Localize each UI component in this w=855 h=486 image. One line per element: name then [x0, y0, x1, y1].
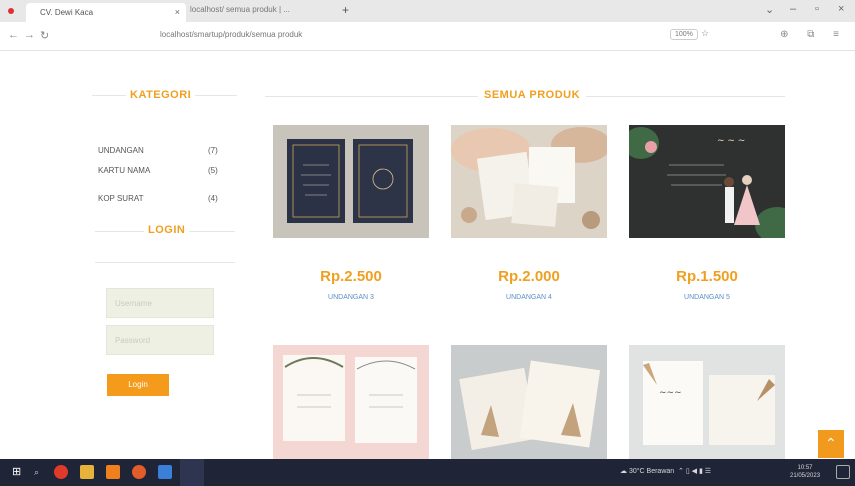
back-icon[interactable]: ← — [8, 29, 19, 41]
category-count: (7) — [208, 146, 218, 155]
password-input[interactable] — [107, 326, 213, 354]
category-name: KARTU NAMA — [98, 166, 151, 175]
clock-time: 10:57 — [797, 465, 813, 471]
url-text: localhost/smartup/produk/semua produk — [160, 30, 303, 39]
browser-app-icon — [8, 8, 14, 14]
minimize-icon[interactable]: – — [790, 3, 796, 15]
app-icon-blue[interactable] — [158, 465, 172, 479]
product-price: Rp.1.500 — [676, 268, 738, 285]
file-explorer-icon[interactable] — [80, 465, 94, 479]
category-name: KOP SURAT — [98, 194, 144, 203]
login-title: LOGIN — [144, 224, 190, 236]
new-tab-icon[interactable]: + — [342, 3, 349, 17]
scroll-to-top-button[interactable]: ⌃ — [818, 430, 844, 458]
product-price: Rp.2.000 — [498, 268, 560, 285]
product-image-row2-2[interactable] — [451, 345, 607, 459]
close-window-icon[interactable]: × — [838, 3, 844, 15]
tab-title: CV. Dewi Kaca — [40, 8, 94, 17]
bookmark-star-icon[interactable]: ☆ — [701, 28, 709, 39]
reload-icon[interactable]: ↻ — [40, 29, 49, 42]
login-divider-bottom — [95, 262, 235, 263]
clock-date: 21/05/2023 — [790, 473, 821, 479]
category-count: (4) — [208, 194, 218, 203]
browser-address-bar: ← → ↻ localhost/smartup/produk/semua pro… — [0, 22, 855, 51]
maximize-icon[interactable]: ▫ — [815, 3, 819, 15]
windows-start-icon[interactable]: ⊞ — [12, 465, 26, 479]
svg-text:~~~: ~~~ — [659, 388, 682, 398]
product-price: Rp.2.500 — [320, 268, 382, 285]
forward-icon[interactable]: → — [24, 29, 35, 41]
product-name-link[interactable]: UNDANGAN 3 — [273, 294, 429, 301]
url-field[interactable]: localhost/smartup/produk/semua produk 10… — [150, 26, 720, 45]
tab-close-icon[interactable]: × — [175, 7, 180, 17]
chevron-up-icon: ⌃ — [825, 435, 837, 451]
browser-tab-active[interactable]: CV. Dewi Kaca × — [26, 3, 186, 22]
product-name-link[interactable]: UNDANGAN 4 — [451, 294, 607, 301]
firefox-icon[interactable] — [132, 465, 146, 479]
product-image-undangan-5[interactable]: ~ ~ ~ — [629, 125, 785, 238]
semua-produk-title: SEMUA PRODUK — [478, 89, 587, 101]
category-name: UNDANGAN — [98, 146, 144, 155]
vscode-icon[interactable] — [180, 459, 204, 486]
product-name-link[interactable]: UNDANGAN 5 — [629, 294, 785, 301]
category-count: (5) — [208, 166, 218, 175]
password-field[interactable] — [106, 325, 214, 355]
kategori-title: KATEGORI — [126, 89, 196, 101]
system-tray[interactable]: ☁ 30°C Berawan ⌃ ▯ ◀ ▮ ☰ — [620, 467, 711, 475]
product-image-row2-3[interactable]: ~~~ — [629, 345, 785, 459]
browser-toolbar-icons[interactable]: ⊕ ⧉ ≡ — [780, 29, 847, 40]
weather-text: 30°C Berawan — [628, 468, 675, 475]
clock[interactable]: 10:57 21/05/2023 — [790, 464, 820, 480]
svg-text:~ ~ ~: ~ ~ ~ — [717, 136, 745, 146]
windows-taskbar: ⊞ ⌕ ☁ 30°C Berawan ⌃ ▯ ◀ ▮ ☰ 10:57 21/05… — [0, 459, 855, 486]
product-image-undangan-3[interactable] — [273, 125, 429, 238]
username-input[interactable] — [107, 289, 213, 317]
browser-tab-bar: CV. Dewi Kaca × localhost/ semua produk … — [0, 0, 855, 22]
product-image-row2-1[interactable] — [273, 345, 429, 459]
username-field[interactable] — [106, 288, 214, 318]
notification-icon[interactable] — [836, 465, 850, 479]
app-icon-orange[interactable] — [106, 465, 120, 479]
browser-tab-2[interactable]: localhost/ semua produk | ... — [190, 5, 330, 14]
login-button[interactable]: Login — [107, 374, 169, 396]
chevron-down-icon[interactable]: ⌄ — [765, 3, 774, 16]
search-icon[interactable]: ⌕ — [34, 465, 48, 479]
product-image-undangan-4[interactable] — [451, 125, 607, 238]
zoom-badge[interactable]: 100% — [670, 29, 698, 40]
opera-icon[interactable] — [54, 465, 68, 479]
